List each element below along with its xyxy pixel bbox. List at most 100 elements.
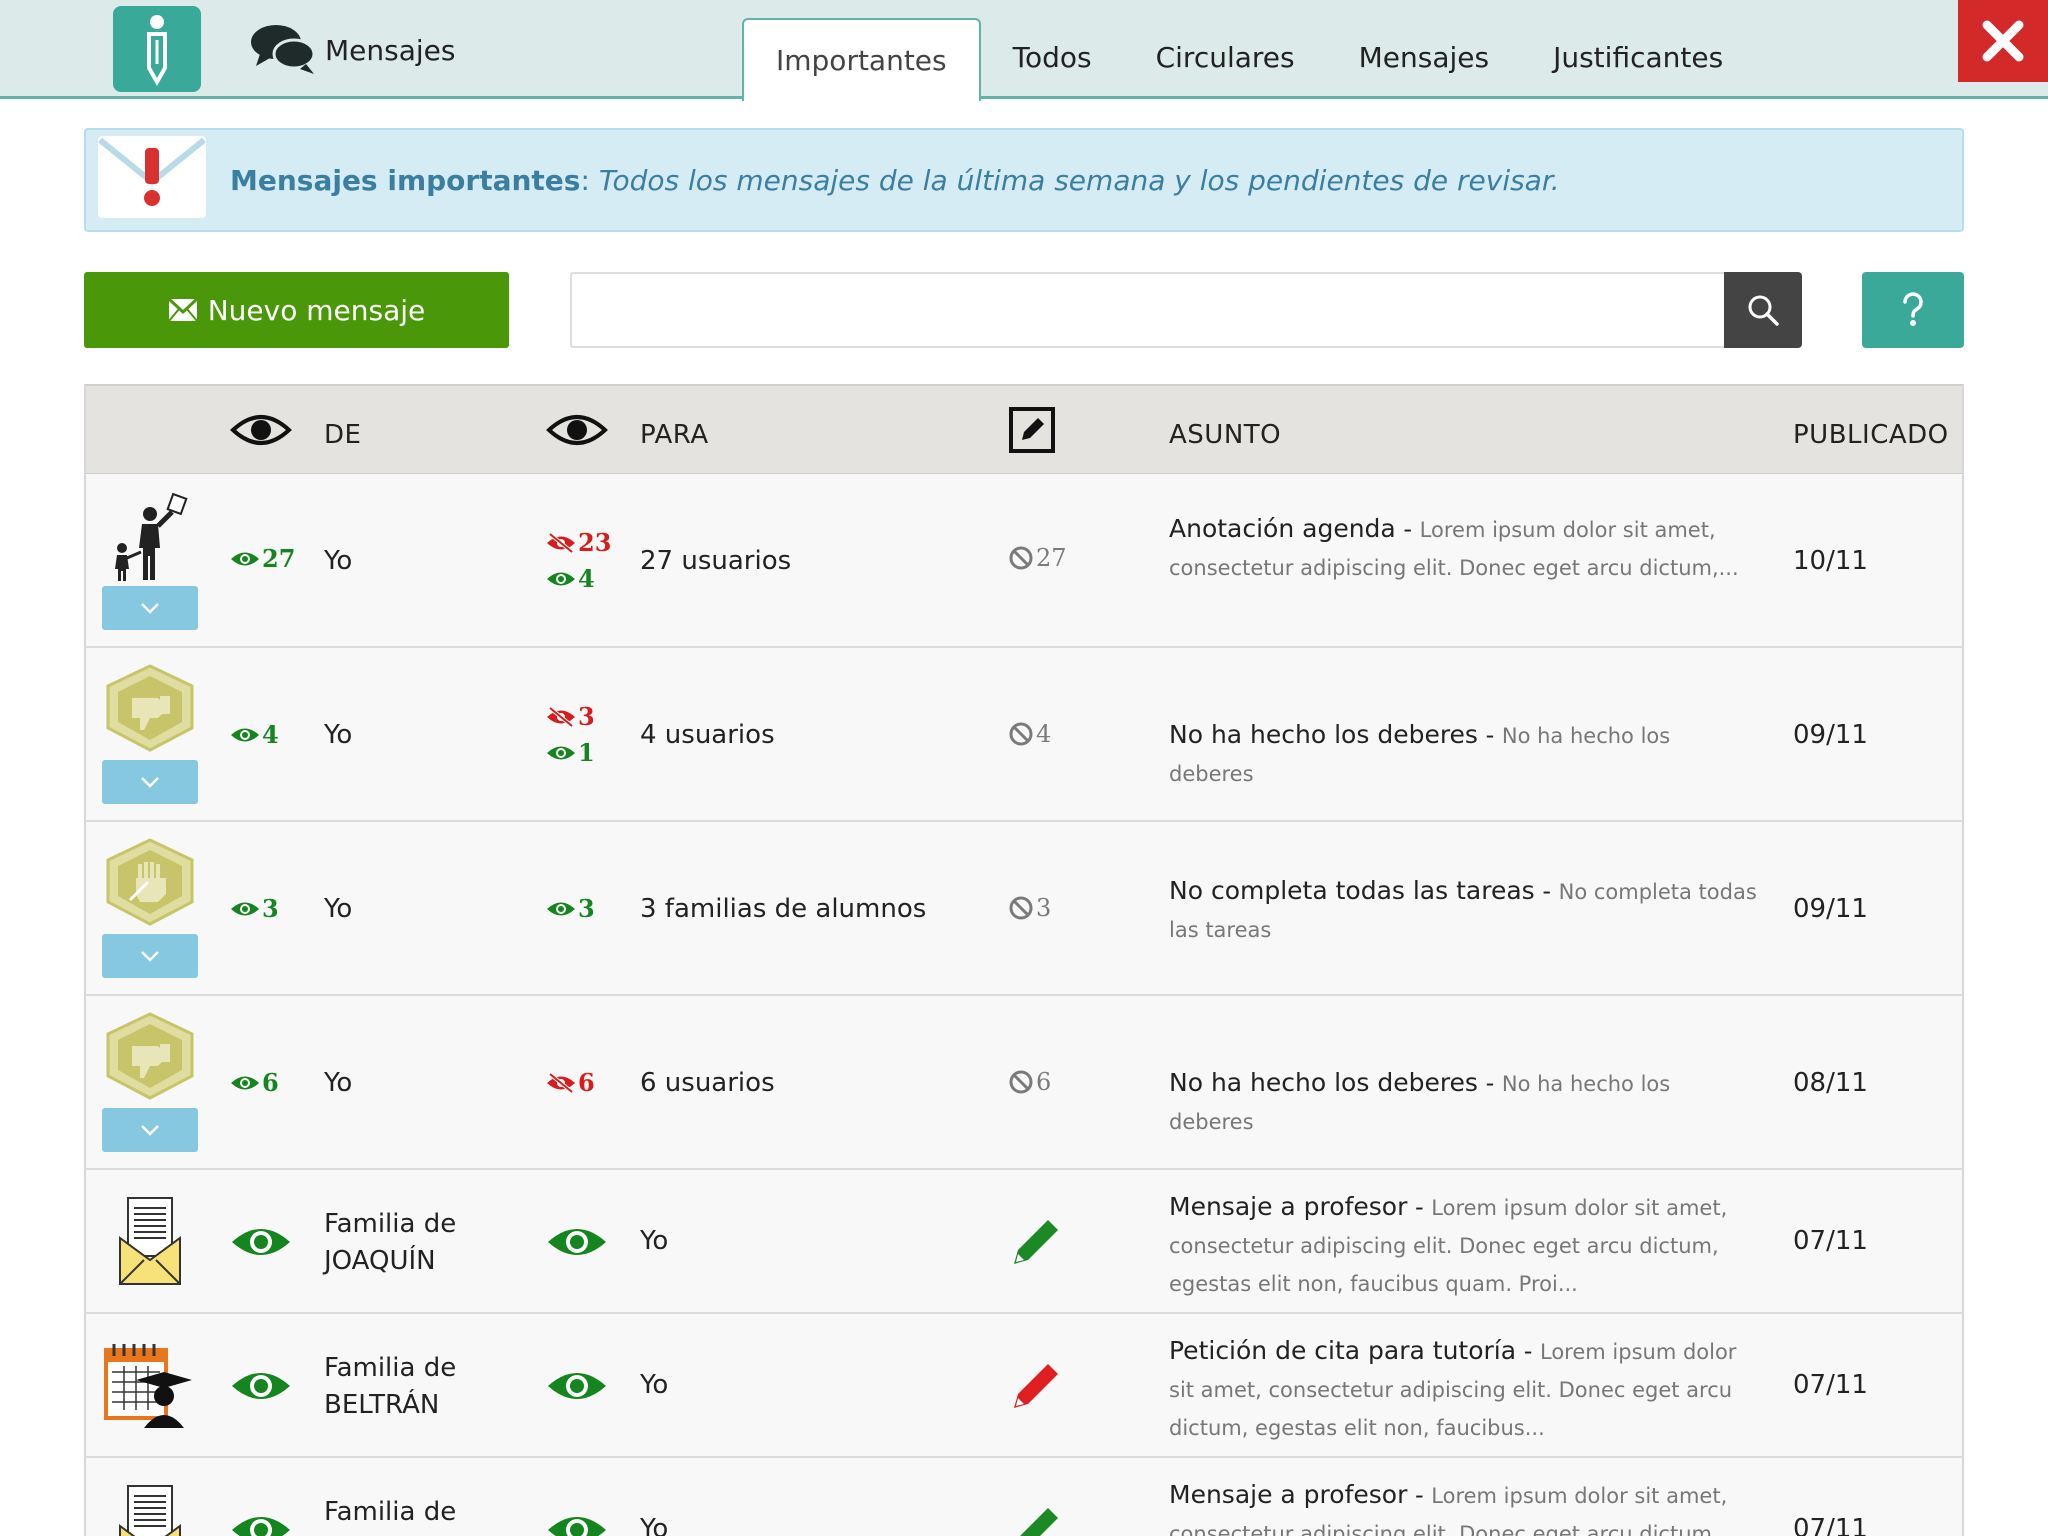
thumbs-down-badge-icon <box>106 664 194 752</box>
subject-title: Anotación agenda <box>1169 514 1396 543</box>
from-read-count: 4 <box>230 720 279 749</box>
tab-todos[interactable]: Todos <box>981 16 1124 99</box>
pencil-icon[interactable] <box>1008 1502 1064 1536</box>
header-subject[interactable]: ASUNTO <box>1169 420 1281 450</box>
from-line2: BELTRÁN <box>324 1390 440 1420</box>
from-read-count: 6 <box>230 1068 279 1097</box>
table-row[interactable]: 3 Yo 3 3 familias de alumnos 3 No comple… <box>86 822 1962 996</box>
brand-label: Mensajes <box>325 34 456 67</box>
chevron-down-icon <box>141 777 159 788</box>
close-icon <box>1982 20 2024 62</box>
eye-slash-icon <box>547 705 575 728</box>
table-row[interactable]: Familia de JOAQUÍN Yo Mensaje a profesor… <box>86 1170 1962 1314</box>
chevron-down-icon <box>141 1125 159 1136</box>
from-value: Yo <box>324 720 353 750</box>
from-value: Yo <box>324 546 353 576</box>
header-from[interactable]: DE <box>324 420 361 450</box>
expand-button[interactable] <box>102 934 198 978</box>
table-row[interactable]: 6 Yo 6 6 usuarios 6 No ha hecho los debe… <box>86 996 1962 1170</box>
envelope-letter-icon <box>119 1197 181 1285</box>
eye-icon <box>548 1517 606 1536</box>
search-icon <box>1748 295 1779 326</box>
published-date: 07/11 <box>1793 1226 1868 1256</box>
subject-cell: Anotación agenda - Lorem ipsum dolor sit… <box>1169 514 1739 580</box>
eye-icon <box>231 902 259 915</box>
blocked-icon <box>1009 546 1033 570</box>
to-value: 27 usuarios <box>640 546 792 576</box>
published-date: 09/11 <box>1793 720 1868 750</box>
from-read-count: 3 <box>230 894 279 923</box>
tab-justificantes[interactable]: Justificantes <box>1521 16 1755 99</box>
table-row[interactable]: 4 Yo 3 1 4 usuarios 4 No ha hecho los de… <box>86 648 1962 822</box>
top-bar: Mensajes Importantes Todos Circulares Me… <box>0 0 2048 101</box>
blocked-icon <box>1009 896 1033 920</box>
subject-title: Mensaje a profesor <box>1169 1192 1408 1221</box>
to-unread-count: 6 <box>546 1068 595 1097</box>
eye-icon <box>546 415 608 445</box>
tab-mensajes[interactable]: Mensajes <box>1327 16 1521 99</box>
reply-blocked-count: 6 <box>1008 1068 1051 1096</box>
from-line1: Familia de <box>324 1497 457 1527</box>
banner-description: Todos los mensajes de la última semana y… <box>598 164 1560 197</box>
subject-title: Mensaje a profesor <box>1169 1480 1408 1509</box>
messages-table: DE PARA ASUNTO PUBLICADO 27 Yo 23 4 27 u… <box>84 384 1964 1536</box>
expand-button[interactable] <box>102 760 198 804</box>
new-message-button[interactable]: Nuevo mensaje <box>84 272 509 348</box>
info-pencil-icon <box>147 15 167 87</box>
reply-blocked-count: 27 <box>1008 544 1067 572</box>
subject-title: No completa todas las tareas <box>1169 876 1535 905</box>
help-button[interactable] <box>1862 272 1964 348</box>
to-read-count: 3 <box>546 894 595 923</box>
envelope-letter-icon <box>119 1485 181 1536</box>
from-line1: Familia de <box>324 1353 457 1383</box>
table-row[interactable]: 27 Yo 23 4 27 usuarios 27 Anotación agen… <box>86 474 1962 648</box>
thumbs-down-badge-icon <box>106 1012 194 1100</box>
eye-icon <box>230 415 292 445</box>
new-message-label: Nuevo mensaje <box>207 293 426 327</box>
eye-icon <box>548 1373 606 1399</box>
chevron-down-icon <box>141 951 159 962</box>
subject-cell: No ha hecho los deberes - No ha hecho lo… <box>1169 720 1671 786</box>
blocked-icon <box>1009 722 1033 746</box>
pencil-icon[interactable] <box>1008 1358 1064 1414</box>
calendar-teacher-icon <box>104 1344 192 1428</box>
expand-button[interactable] <box>102 586 198 630</box>
important-envelope-icon <box>96 134 208 224</box>
subject-cell: Petición de cita para tutoría - Lorem ip… <box>1169 1336 1737 1440</box>
to-unread-count: 3 <box>546 702 595 731</box>
subject-cell: No ha hecho los deberes - No ha hecho lo… <box>1169 1068 1671 1134</box>
from-read-count: 27 <box>230 544 295 573</box>
to-value: Yo <box>640 1514 669 1536</box>
search-input[interactable] <box>570 272 1725 348</box>
to-read-count: 4 <box>546 564 595 593</box>
chevron-down-icon <box>141 603 159 614</box>
pencil-icon[interactable] <box>1008 1214 1064 1270</box>
to-value: 4 usuarios <box>640 720 775 750</box>
header-published[interactable]: PUBLICADO <box>1793 420 1949 450</box>
table-row[interactable]: Familia de Yo Mensaje a profesor - Lorem… <box>86 1458 1962 1536</box>
eye-icon <box>231 552 259 565</box>
from-line2: JOAQUÍN <box>324 1246 436 1276</box>
info-banner: Mensajes importantes: Todos los mensajes… <box>84 128 1964 232</box>
app-logo[interactable] <box>113 6 201 92</box>
tab-circulares[interactable]: Circulares <box>1124 16 1327 99</box>
close-button[interactable] <box>1958 0 2048 82</box>
eye-icon <box>547 746 575 759</box>
published-date: 10/11 <box>1793 546 1868 576</box>
table-row[interactable]: Familia de BELTRÁN Yo Petición de cita p… <box>86 1314 1962 1458</box>
reply-blocked-count: 4 <box>1008 720 1051 748</box>
search-button[interactable] <box>1724 272 1802 348</box>
to-value: 6 usuarios <box>640 1068 775 1098</box>
published-date: 08/11 <box>1793 1068 1868 1098</box>
subject-cell: Mensaje a profesor - Lorem ipsum dolor s… <box>1169 1476 1759 1536</box>
edit-square-icon <box>1009 407 1055 453</box>
help-icon <box>1903 292 1923 326</box>
eye-icon <box>232 1229 290 1255</box>
eye-icon <box>232 1517 290 1536</box>
header-to[interactable]: PARA <box>640 420 709 450</box>
expand-button[interactable] <box>102 1108 198 1152</box>
from-line1: Familia de <box>324 1209 457 1239</box>
eye-icon <box>232 1373 290 1399</box>
tab-importantes[interactable]: Importantes <box>742 18 981 101</box>
published-date: 07/11 <box>1793 1370 1868 1400</box>
